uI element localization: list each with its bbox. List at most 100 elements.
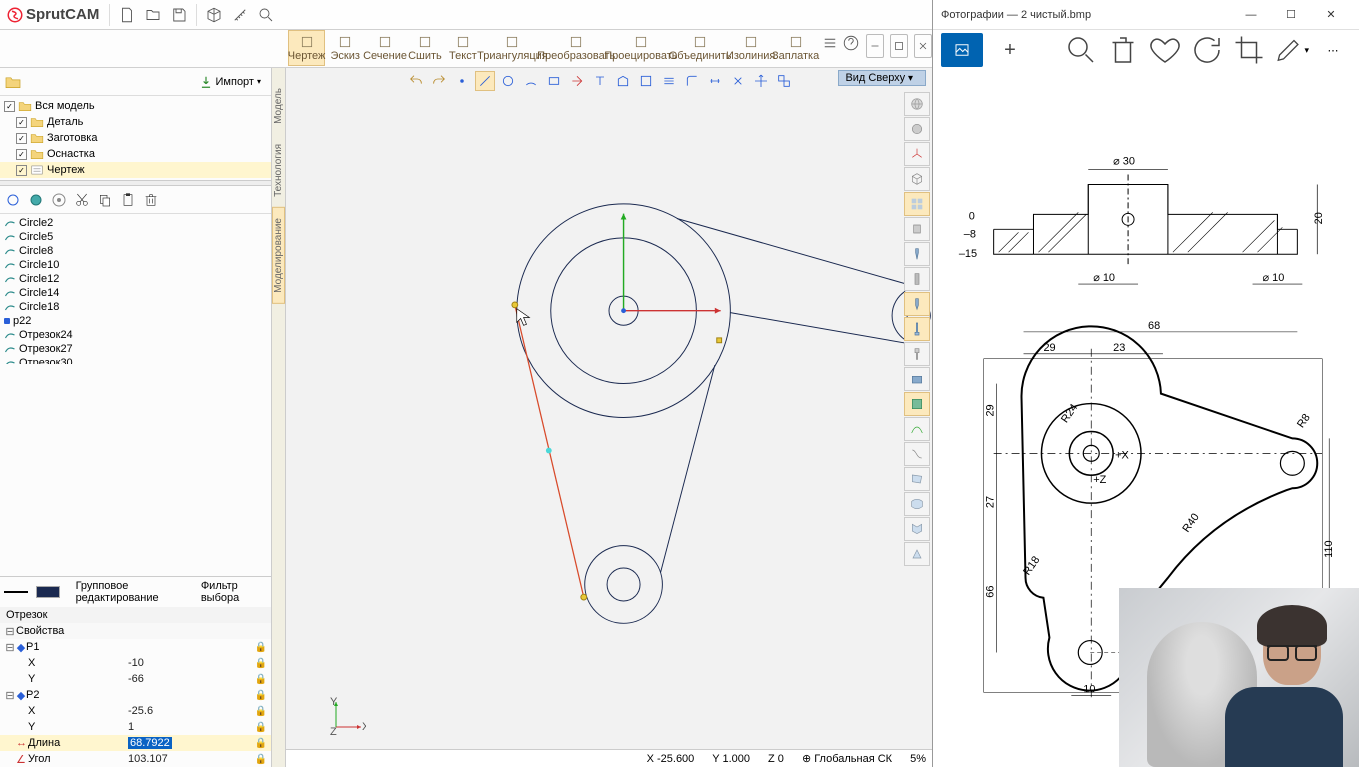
prop-row[interactable]: X-10🔒 [0, 655, 271, 671]
photos-maximize[interactable]: ☐ [1271, 1, 1311, 29]
list-item[interactable]: p22 [4, 314, 267, 328]
rtool-grid[interactable] [904, 192, 930, 216]
ribbon-drawing[interactable]: Чертеж [288, 30, 325, 66]
line-style-swatch[interactable] [4, 591, 28, 593]
new-file-button[interactable] [114, 2, 140, 28]
ribbon-transform[interactable]: Преобразовать [544, 30, 608, 66]
rtool-globe[interactable] [904, 92, 930, 116]
constraint-tool[interactable] [728, 71, 748, 91]
prop-row[interactable]: ⊟◆P1🔒 [0, 639, 271, 655]
rtool-stock[interactable] [904, 217, 930, 241]
elem-tool-1[interactable] [4, 191, 22, 209]
offset-tool[interactable] [659, 71, 679, 91]
photos-favorite[interactable] [1147, 33, 1183, 67]
photos-zoom[interactable] [1063, 33, 1099, 67]
rtool-path[interactable] [904, 417, 930, 441]
prop-row[interactable]: Y-66🔒 [0, 671, 271, 687]
rtool-machine[interactable] [904, 367, 930, 391]
ribbon-project[interactable]: Проецировать [610, 30, 671, 66]
photos-minimize[interactable]: — [1231, 1, 1271, 29]
undo-button[interactable] [406, 71, 426, 91]
rtool-tool4[interactable] [904, 317, 930, 341]
delete-button[interactable] [142, 191, 160, 209]
rtool-axis[interactable] [904, 142, 930, 166]
side-tab-model[interactable]: Модель [273, 78, 284, 134]
elem-tool-3[interactable] [50, 191, 68, 209]
save-file-button[interactable] [166, 2, 192, 28]
color-swatch[interactable] [36, 586, 60, 598]
fillet-tool[interactable] [682, 71, 702, 91]
rtool-box[interactable] [904, 167, 930, 191]
elements-list[interactable]: Circle2Circle5Circle8Circle10Circle12Cir… [0, 214, 271, 364]
ribbon-patch[interactable]: Заплатка [775, 30, 817, 66]
filter-label[interactable]: Фильтр выбора [201, 580, 267, 604]
side-tab-tech[interactable]: Технология [273, 134, 284, 207]
rtool-wire[interactable] [904, 442, 930, 466]
rtool-surf1[interactable] [904, 467, 930, 491]
cut-button[interactable] [73, 191, 91, 209]
point-tool[interactable] [452, 71, 472, 91]
tree-item[interactable]: ✓Заготовка [0, 130, 271, 146]
text-tool[interactable] [590, 71, 610, 91]
list-item[interactable]: Circle10 [4, 258, 267, 272]
rtool-surf2[interactable] [904, 492, 930, 516]
tree-item[interactable]: ✓Чертеж [0, 162, 271, 178]
rtool-tool3[interactable] [904, 292, 930, 316]
photos-delete[interactable] [1105, 33, 1141, 67]
arc-tool[interactable] [521, 71, 541, 91]
tree-item[interactable]: ✓Оснастка [0, 146, 271, 162]
ribbon-section[interactable]: Сечение [365, 30, 405, 66]
prop-row[interactable]: ↔Длина68.7922🔒 [0, 735, 271, 751]
elem-tool-2[interactable] [27, 191, 45, 209]
rtool-solid[interactable] [904, 542, 930, 566]
prop-row[interactable]: ∠Угол103.107🔒 [0, 751, 271, 767]
ribbon-triang[interactable]: Триангуляция [483, 30, 542, 66]
photos-edit[interactable]: ▾ [1273, 33, 1309, 67]
photos-more[interactable]: ⋯ [1315, 33, 1351, 67]
drawing-canvas[interactable] [286, 68, 932, 767]
open-file-button[interactable] [140, 2, 166, 28]
list-item[interactable]: Circle5 [4, 230, 267, 244]
model-button[interactable] [201, 2, 227, 28]
circle-tool[interactable] [498, 71, 518, 91]
list-item[interactable]: Отрезок27 [4, 342, 267, 356]
properties-panel[interactable]: ⊟◆P1🔒X-10🔒Y-66🔒⊟◆P2🔒X-25.6🔒Y1🔒↔Длина68.7… [0, 639, 271, 767]
ribbon-sketch[interactable]: Эскиз [327, 30, 363, 66]
import-button[interactable]: Импорт ▾ [193, 73, 267, 91]
rtool-holder[interactable] [904, 342, 930, 366]
list-item[interactable]: Отрезок30 [4, 356, 267, 364]
list-item[interactable]: Отрезок24 [4, 328, 267, 342]
prop-row[interactable]: Y1🔒 [0, 719, 271, 735]
group-edit-label[interactable]: Групповое редактирование [76, 580, 193, 604]
list-item[interactable]: Circle2 [4, 216, 267, 230]
tree-item[interactable]: ✓Деталь [0, 114, 271, 130]
contour-tool[interactable] [613, 71, 633, 91]
photos-crop[interactable] [1231, 33, 1267, 67]
model-tree[interactable]: ✓Вся модель✓Деталь✓Заготовка✓Оснастка✓Че… [0, 96, 271, 180]
rtool-sphere[interactable] [904, 117, 930, 141]
view-selector[interactable]: Вид Сверху ▾ [838, 70, 926, 86]
trim-tool[interactable] [567, 71, 587, 91]
side-tab-modeling[interactable]: Моделирование [272, 207, 285, 304]
ribbon-isoline[interactable]: Изолиния [729, 30, 773, 66]
prop-row[interactable]: X-25.6🔒 [0, 703, 271, 719]
ribbon-unite[interactable]: Объединить [673, 30, 726, 66]
list-item[interactable]: Circle12 [4, 272, 267, 286]
copy-button[interactable] [96, 191, 114, 209]
close-button[interactable] [914, 34, 932, 58]
dimension-tool[interactable] [705, 71, 725, 91]
line-tool[interactable] [475, 71, 495, 91]
rect-tool[interactable] [544, 71, 564, 91]
redo-button[interactable] [429, 71, 449, 91]
maximize-button[interactable] [890, 34, 908, 58]
ribbon-sew[interactable]: Сшить [407, 30, 443, 66]
photos-close[interactable]: ✕ [1311, 1, 1351, 29]
rtool-surf3[interactable] [904, 517, 930, 541]
photos-tab-view[interactable] [941, 33, 983, 67]
move-tool[interactable] [751, 71, 771, 91]
list-item[interactable]: Circle8 [4, 244, 267, 258]
paste-button[interactable] [119, 191, 137, 209]
zoom-button[interactable] [253, 2, 279, 28]
rtool-sim[interactable] [904, 392, 930, 416]
prop-row[interactable]: ⊟◆P2🔒 [0, 687, 271, 703]
